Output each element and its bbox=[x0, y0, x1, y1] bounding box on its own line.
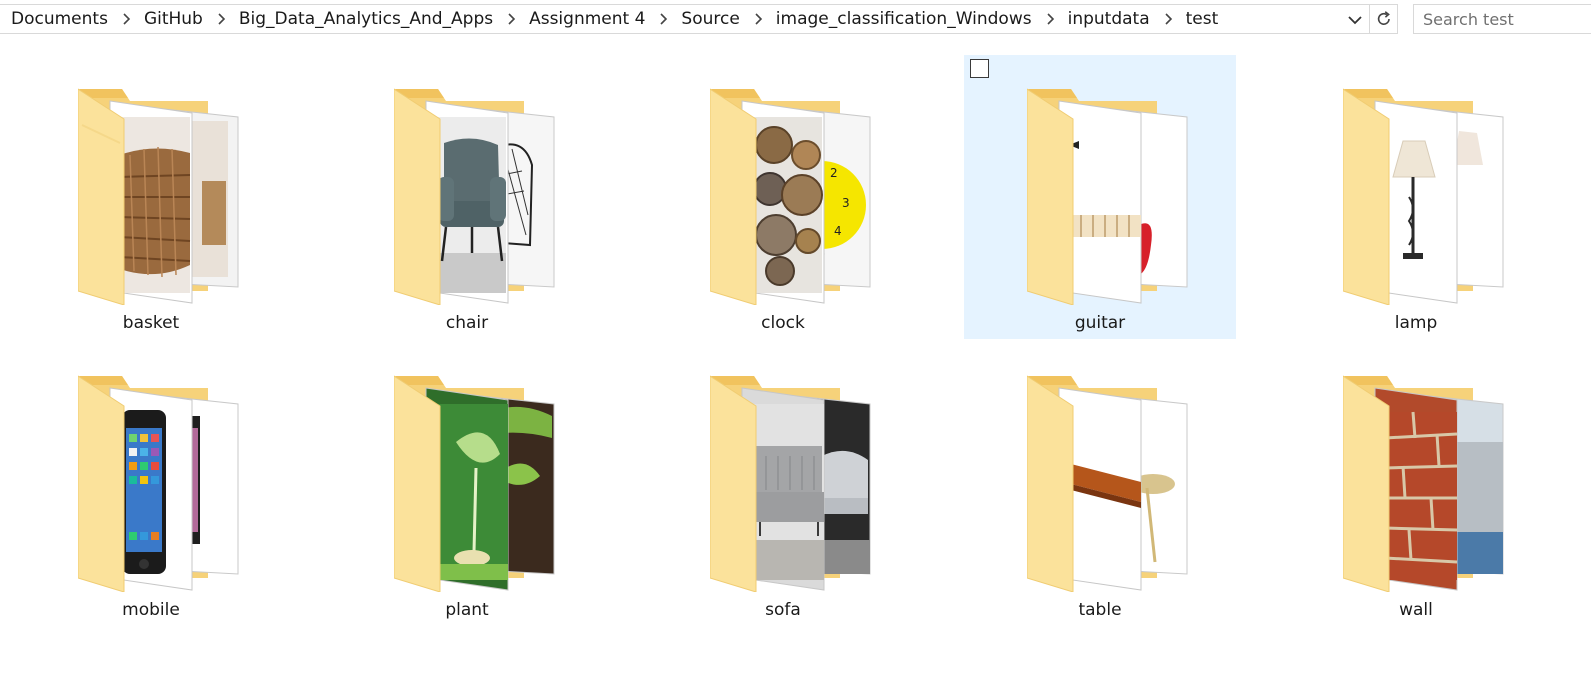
folder-label: lamp bbox=[1394, 313, 1438, 333]
folder-item-chair[interactable]: chair bbox=[331, 55, 603, 339]
chevron-right-icon[interactable] bbox=[1164, 13, 1173, 25]
folder-item-clock[interactable]: 2 3 4 5 clock bbox=[647, 55, 919, 339]
folder-icon bbox=[1027, 372, 1217, 592]
breadcrumb-test[interactable]: test bbox=[1186, 9, 1219, 29]
svg-text:3: 3 bbox=[842, 196, 850, 210]
folder-item-sofa[interactable]: sofa bbox=[647, 342, 919, 626]
folder-icon bbox=[1343, 85, 1533, 305]
svg-text:2: 2 bbox=[830, 166, 838, 180]
folder-icon bbox=[1343, 372, 1533, 592]
folder-icon bbox=[394, 85, 584, 305]
folder-icon bbox=[78, 85, 268, 305]
breadcrumb-big-data[interactable]: Big_Data_Analytics_And_Apps bbox=[239, 9, 493, 29]
folder-icon: 2 3 4 5 bbox=[710, 85, 900, 305]
folder-label: guitar bbox=[1074, 313, 1126, 333]
breadcrumb-github[interactable]: GitHub bbox=[144, 9, 203, 29]
breadcrumb-source[interactable]: Source bbox=[681, 9, 739, 29]
folder-label: plant bbox=[445, 600, 489, 620]
folder-item-plant[interactable]: plant bbox=[331, 342, 603, 626]
folder-label: basket bbox=[122, 313, 180, 333]
folder-label: sofa bbox=[765, 600, 801, 620]
folder-icon bbox=[78, 372, 268, 592]
breadcrumb-documents[interactable]: Documents bbox=[11, 9, 108, 29]
folder-label: wall bbox=[1399, 600, 1433, 620]
breadcrumb-assignment-4[interactable]: Assignment 4 bbox=[529, 9, 645, 29]
chevron-right-icon[interactable] bbox=[1046, 13, 1055, 25]
selection-checkbox[interactable] bbox=[970, 59, 989, 78]
folder-icon bbox=[710, 372, 900, 592]
chevron-right-icon[interactable] bbox=[659, 13, 668, 25]
folder-item-guitar[interactable]: guitar bbox=[964, 55, 1236, 339]
breadcrumb-image-classification[interactable]: image_classification_Windows bbox=[776, 9, 1032, 29]
folder-label: chair bbox=[445, 313, 489, 333]
folder-label: table bbox=[1078, 600, 1122, 620]
breadcrumb-inputdata[interactable]: inputdata bbox=[1068, 9, 1150, 29]
folder-item-basket[interactable]: basket bbox=[15, 55, 287, 339]
chevron-right-icon[interactable] bbox=[754, 13, 763, 25]
navigation-bar: Documents GitHub Big_Data_Analytics_And_… bbox=[0, 0, 1591, 40]
chevron-right-icon[interactable] bbox=[122, 13, 131, 25]
folder-icon bbox=[1027, 85, 1217, 305]
search-box[interactable] bbox=[1413, 4, 1591, 34]
folder-item-mobile[interactable]: mobile bbox=[15, 342, 287, 626]
svg-text:4: 4 bbox=[834, 224, 842, 238]
chevron-right-icon[interactable] bbox=[507, 13, 516, 25]
folder-icon bbox=[394, 372, 584, 592]
folder-label: mobile bbox=[122, 600, 180, 620]
chevron-right-icon[interactable] bbox=[217, 13, 226, 25]
folder-item-lamp[interactable]: lamp bbox=[1280, 55, 1552, 339]
folder-item-table[interactable]: table bbox=[964, 342, 1236, 626]
folder-label: clock bbox=[761, 313, 805, 333]
refresh-icon[interactable] bbox=[1369, 4, 1397, 34]
search-input[interactable] bbox=[1423, 9, 1583, 29]
folder-item-wall[interactable]: wall bbox=[1280, 342, 1552, 626]
address-bar[interactable]: Documents GitHub Big_Data_Analytics_And_… bbox=[0, 4, 1398, 34]
chevron-down-icon[interactable] bbox=[1347, 12, 1363, 28]
